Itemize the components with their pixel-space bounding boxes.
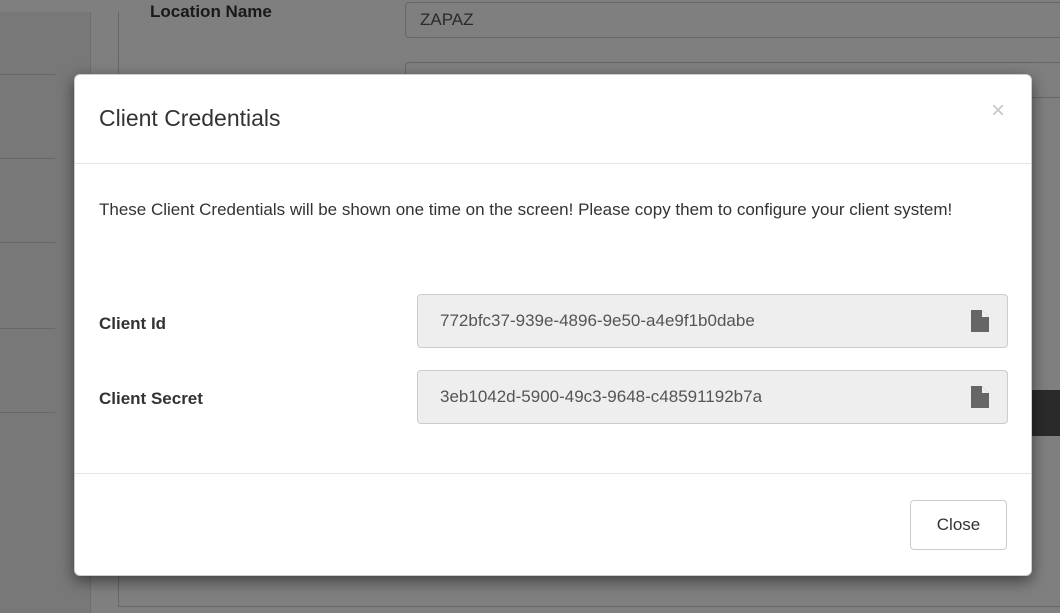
modal-header: Client Credentials × bbox=[75, 75, 1031, 164]
copy-icon[interactable] bbox=[971, 386, 989, 408]
client-secret-field[interactable]: 3eb1042d-5900-49c3-9648-c48591192b7a bbox=[417, 370, 1008, 424]
credentials-message: These Client Credentials will be shown o… bbox=[99, 200, 953, 219]
modal-footer: Close bbox=[75, 474, 1031, 575]
client-secret-label: Client Secret bbox=[99, 389, 203, 408]
close-button[interactable]: Close bbox=[910, 500, 1007, 550]
client-id-label: Client Id bbox=[99, 314, 167, 333]
modal-title: Client Credentials bbox=[99, 105, 281, 131]
copy-icon[interactable] bbox=[971, 310, 989, 332]
client-id-field[interactable]: 772bfc37-939e-4896-9e50-a4e9f1b0dabe bbox=[417, 294, 1008, 348]
client-secret-value[interactable]: 3eb1042d-5900-49c3-9648-c48591192b7a bbox=[440, 387, 762, 407]
client-credentials-modal: Client Credentials × These Client Creden… bbox=[74, 74, 1032, 576]
modal-body: These Client Credentials will be shown o… bbox=[75, 164, 1031, 474]
client-id-value[interactable]: 772bfc37-939e-4896-9e50-a4e9f1b0dabe bbox=[440, 311, 755, 331]
close-icon[interactable]: × bbox=[991, 99, 1005, 123]
